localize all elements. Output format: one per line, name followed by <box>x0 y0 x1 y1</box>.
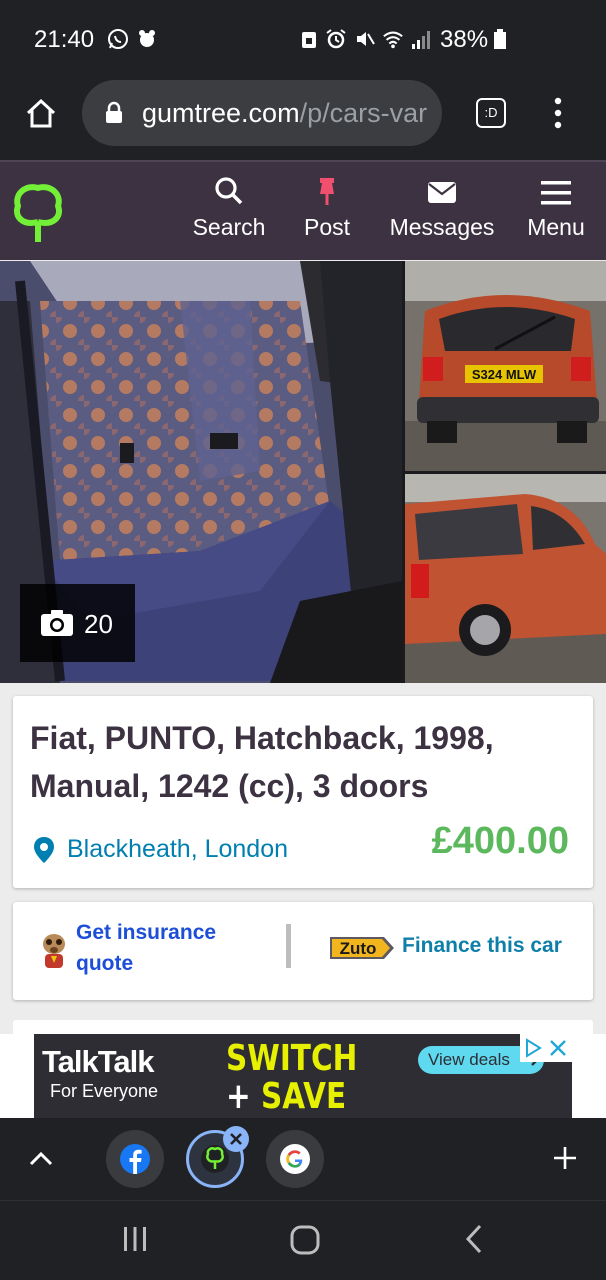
listing-price: £400.00 <box>431 820 569 862</box>
gumtree-header: Search Post Messages Menu <box>0 160 606 260</box>
tab-google[interactable] <box>266 1130 324 1188</box>
more-options-icon[interactable] <box>550 96 566 130</box>
services-card: Get insurance quote Zuto Finance this ca… <box>13 902 593 1000</box>
chevron-up-icon[interactable] <box>28 1148 54 1168</box>
photo-count-number: 20 <box>84 609 113 639</box>
pin-icon <box>320 178 334 205</box>
red-car-rear-image: S324 MLW <box>405 261 606 471</box>
ad-close-icon[interactable] <box>548 1038 568 1058</box>
address-bar[interactable]: gumtree.com/p/cars-var <box>82 80 442 146</box>
view-deals-label: View deals <box>428 1050 510 1069</box>
adchoices-icon[interactable] <box>522 1037 544 1059</box>
home-icon[interactable] <box>24 96 58 130</box>
listing-location[interactable]: Blackheath, London <box>67 835 288 864</box>
nav-menu-label: Menu <box>527 214 585 240</box>
gumtree-tab-icon <box>201 1145 229 1173</box>
finance-this-car-link[interactable]: Finance this car <box>402 934 562 958</box>
battery-icon <box>494 29 506 49</box>
ad-headline-switch: SWITCH <box>226 1038 358 1079</box>
nav-post[interactable]: Post <box>298 162 356 262</box>
nav-messages-label: Messages <box>389 214 495 240</box>
photo-car-side[interactable] <box>405 474 606 683</box>
back-icon[interactable] <box>462 1223 486 1255</box>
ad-save-text: SAVE <box>261 1076 347 1117</box>
advert-strip: TalkTalk For Everyone SWITCH + SAVE View… <box>0 1034 606 1118</box>
status-bar: 21:40 38% <box>0 0 606 80</box>
listing-card: Fiat, PUNTO, Hatchback, 1998, Manual, 12… <box>13 696 593 888</box>
hamburger-menu-icon <box>541 181 571 205</box>
whatsapp-icon <box>108 29 128 49</box>
google-icon <box>280 1144 310 1174</box>
nav-post-label: Post <box>303 214 351 240</box>
close-icon <box>230 1133 242 1145</box>
browser-tab-bar <box>0 1118 606 1200</box>
nav-search[interactable]: Search <box>188 162 270 262</box>
nav-menu[interactable]: Menu <box>522 162 590 262</box>
nav-search-label: Search <box>192 214 266 240</box>
talktalk-advert[interactable]: TalkTalk For Everyone SWITCH + SAVE View… <box>34 1034 572 1118</box>
ad-tagline: For Everyone <box>50 1081 159 1101</box>
home-button-icon[interactable] <box>289 1224 321 1256</box>
recent-apps-icon[interactable] <box>121 1225 149 1253</box>
url-domain: gumtree.com <box>142 98 300 128</box>
get-insurance-quote-link[interactable]: Get insurance quote <box>76 917 256 979</box>
ad-headline-save: + SAVE <box>226 1076 346 1117</box>
system-navigation-bar <box>0 1200 606 1280</box>
photo-car-rear[interactable]: S324 MLW <box>405 261 606 471</box>
url-path: /p/cars-var <box>299 98 428 128</box>
browser-toolbar: gumtree.com/p/cars-var :D <box>0 80 606 160</box>
status-time: 21:40 <box>34 26 95 53</box>
red-car-side-image <box>405 474 606 683</box>
lock-rotate-icon <box>302 32 316 48</box>
tab-facebook[interactable] <box>106 1130 164 1188</box>
wifi-icon <box>383 31 403 49</box>
ad-plus: + <box>226 1076 251 1117</box>
meerkat-icon[interactable] <box>37 930 71 970</box>
photo-gallery: S324 MLW 20 <box>0 261 606 683</box>
signal-icon <box>412 31 430 49</box>
new-tab-plus-icon[interactable] <box>552 1145 578 1171</box>
lock-icon <box>106 101 122 123</box>
close-tab-button[interactable] <box>223 1126 249 1152</box>
nav-messages[interactable]: Messages <box>382 162 502 262</box>
tab-switcher-label: :D <box>484 105 498 120</box>
search-icon <box>215 177 243 205</box>
battery-percentage: 38% <box>440 26 489 53</box>
photo-count-badge[interactable]: 20 <box>20 584 135 662</box>
notification-app-icon <box>139 30 155 47</box>
services-divider <box>286 924 291 968</box>
tab-switcher-button[interactable]: :D <box>476 98 506 128</box>
ad-brand: TalkTalk <box>42 1044 154 1079</box>
location-pin-icon <box>34 837 54 863</box>
listing-title: Fiat, PUNTO, Hatchback, 1998, Manual, 12… <box>30 720 494 804</box>
camera-icon <box>41 610 73 636</box>
mute-icon <box>357 32 375 46</box>
envelope-icon <box>428 182 456 203</box>
number-plate-text: S324 MLW <box>472 367 537 382</box>
zuto-logo-text: Zuto <box>340 939 377 958</box>
facebook-icon <box>120 1144 150 1174</box>
url-text: gumtree.com/p/cars-var <box>142 98 432 129</box>
alarm-icon <box>326 29 346 49</box>
zuto-logo[interactable]: Zuto <box>330 935 396 961</box>
gumtree-logo-icon[interactable] <box>12 182 64 244</box>
